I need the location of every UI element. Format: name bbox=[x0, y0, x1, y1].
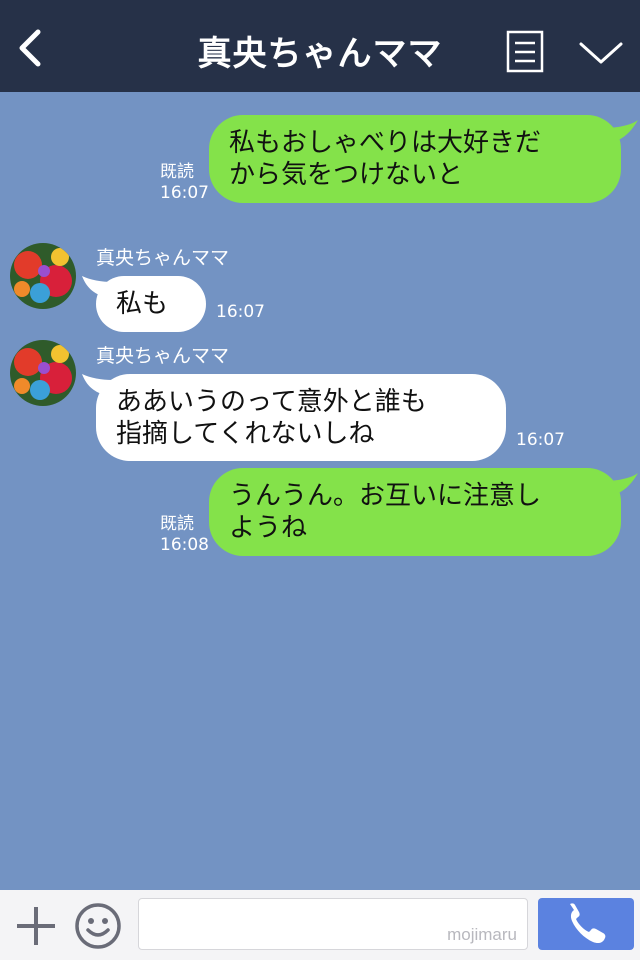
message-bubble[interactable]: 私もおしゃべりは大好きだ から気をつけないと bbox=[209, 115, 621, 203]
read-label: 既読 bbox=[160, 162, 194, 182]
message-time: 16:08 bbox=[160, 535, 209, 555]
read-label: 既読 bbox=[160, 514, 194, 534]
avatar-image bbox=[10, 340, 76, 406]
back-arrow-icon bbox=[19, 29, 41, 67]
avatar-image bbox=[10, 243, 76, 309]
smiley-icon bbox=[75, 903, 121, 949]
message-bubble[interactable]: ああいうのって意外と誰も 指摘してくれないしね bbox=[96, 374, 506, 461]
phone-icon bbox=[570, 903, 606, 944]
message-time: 16:07 bbox=[516, 430, 565, 450]
call-button[interactable] bbox=[538, 898, 634, 950]
back-button[interactable] bbox=[12, 26, 48, 70]
chat-title: 真央ちゃんママ bbox=[197, 34, 443, 74]
read-receipt: 既読 16:08 bbox=[160, 514, 209, 556]
watermark: mojimaru bbox=[447, 925, 517, 944]
chevron-down-icon bbox=[579, 42, 623, 64]
emoji-button[interactable] bbox=[74, 902, 122, 950]
sender-name: 真央ちゃんママ bbox=[96, 247, 230, 269]
chat-area[interactable]: 既読 16:07 私もおしゃべりは大好きだ から気をつけないと 真央ちゃんママ … bbox=[0, 92, 640, 890]
avatar[interactable] bbox=[10, 340, 76, 406]
bubble-tail bbox=[604, 473, 638, 497]
sender-name: 真央ちゃんママ bbox=[96, 345, 230, 367]
message-input-bar: mojimaru bbox=[0, 890, 640, 960]
message-input[interactable]: mojimaru bbox=[138, 898, 528, 950]
chevron-down-button[interactable] bbox=[578, 38, 624, 68]
menu-icon bbox=[506, 30, 544, 73]
message-bubble[interactable]: 私も bbox=[96, 276, 206, 332]
add-button[interactable] bbox=[14, 904, 58, 948]
bubble-tail bbox=[604, 120, 638, 144]
chat-header: 真央ちゃんママ bbox=[0, 0, 640, 92]
message-time: 16:07 bbox=[216, 302, 265, 322]
menu-button[interactable] bbox=[506, 30, 544, 74]
message-bubble[interactable]: うんうん。お互いに注意し ようね bbox=[209, 468, 621, 556]
message-time: 16:07 bbox=[160, 183, 209, 203]
avatar[interactable] bbox=[10, 243, 76, 309]
read-receipt: 既読 16:07 bbox=[160, 162, 209, 204]
plus-icon bbox=[17, 907, 55, 945]
